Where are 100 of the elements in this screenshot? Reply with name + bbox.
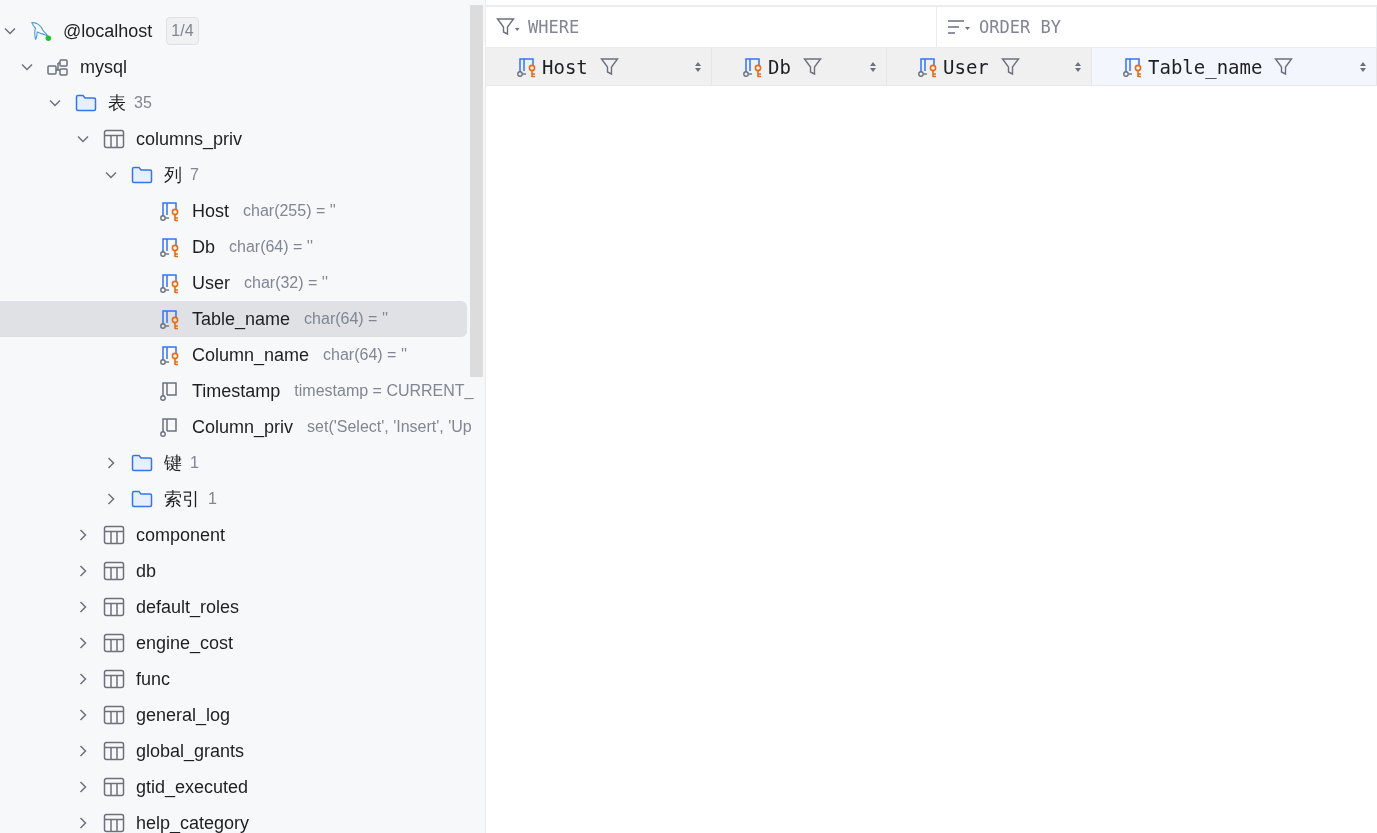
tree-row[interactable]: Db char(64) = '': [0, 229, 467, 265]
tree-row[interactable]: component: [0, 517, 467, 553]
tree-row[interactable]: mysql: [0, 49, 467, 85]
column-type: timestamp = CURRENT_: [294, 382, 474, 400]
key-column-icon: [159, 200, 181, 222]
folder-icon: [131, 166, 153, 184]
node-label: global_grants: [136, 740, 245, 762]
node-label: Column_name: [192, 344, 310, 366]
node-label: func: [136, 668, 171, 690]
chevron-icon[interactable]: [105, 457, 117, 469]
tree-row[interactable]: db: [0, 553, 467, 589]
folder-icon: [131, 454, 153, 472]
table-icon: [103, 633, 125, 653]
table-icon: [103, 813, 125, 833]
item-count: 1: [190, 454, 199, 472]
chevron-icon[interactable]: [77, 133, 89, 145]
filter-icon[interactable]: [599, 56, 620, 77]
column-type: set('Select', 'Insert', 'Up: [307, 418, 472, 436]
tree-row[interactable]: Column_name char(64) = '': [0, 337, 467, 373]
table-icon: [103, 525, 125, 545]
order-by-field[interactable]: ORDER BY: [937, 7, 1377, 47]
tree-row[interactable]: help_category: [0, 805, 467, 833]
item-count: 1: [208, 490, 217, 508]
chevron-icon[interactable]: [77, 637, 89, 649]
column-type: char(64) = '': [323, 346, 407, 364]
key-column-icon: [159, 308, 181, 330]
tree-row[interactable]: 表 35: [0, 85, 467, 121]
where-filter-field[interactable]: WHERE: [486, 7, 937, 47]
chevron-icon[interactable]: [77, 601, 89, 613]
tree-row[interactable]: columns_priv: [0, 121, 467, 157]
chevron-icon[interactable]: [77, 529, 89, 541]
item-count: 35: [134, 94, 152, 112]
node-label: Table_name: [192, 308, 291, 330]
filter-icon[interactable]: [802, 56, 823, 77]
tree-row[interactable]: @localhost 1/4: [0, 13, 467, 49]
column-type: char(64) = '': [304, 310, 388, 328]
chevron-icon[interactable]: [77, 817, 89, 829]
node-label: Host: [192, 200, 229, 222]
tree-row[interactable]: general_log: [0, 697, 467, 733]
table-icon: [103, 669, 125, 689]
node-label: 键: [164, 452, 182, 475]
node-label: general_log: [136, 704, 231, 726]
chevron-icon[interactable]: [77, 673, 89, 685]
node-label: @localhost: [63, 20, 153, 42]
table-icon: [103, 705, 125, 725]
tree-row[interactable]: 索引 1: [0, 481, 467, 517]
tree-row[interactable]: gtid_executed: [0, 769, 467, 805]
chevron-icon[interactable]: [77, 565, 89, 577]
tree-row[interactable]: 键 1: [0, 445, 467, 481]
node-label: Db: [192, 236, 215, 258]
node-label: help_category: [136, 812, 250, 833]
chevron-icon[interactable]: [77, 781, 89, 793]
chevron-icon[interactable]: [105, 169, 117, 181]
node-label: mysql: [80, 56, 127, 78]
filter-icon[interactable]: [1274, 56, 1295, 77]
node-label: component: [136, 524, 226, 546]
tree-row[interactable]: 列 7: [0, 157, 467, 193]
table-icon: [103, 741, 125, 761]
column-type: char(32) = '': [244, 274, 328, 292]
filter-icon[interactable]: [496, 17, 520, 37]
tree-row[interactable]: global_grants: [0, 733, 467, 769]
chevron-icon[interactable]: [105, 493, 117, 505]
key-column-icon: [159, 272, 181, 294]
node-label: gtid_executed: [136, 776, 249, 798]
filter-icon[interactable]: [1000, 56, 1021, 77]
tree-row[interactable]: func: [0, 661, 467, 697]
tree-row[interactable]: User char(32) = '': [0, 265, 467, 301]
node-label: db: [136, 560, 157, 582]
tree-row[interactable]: Host char(255) = '': [0, 193, 467, 229]
column-type: char(64) = '': [229, 238, 313, 256]
folder-icon: [75, 94, 97, 112]
key-column-icon: [516, 55, 538, 78]
chevron-icon[interactable]: [77, 709, 89, 721]
key-column-icon: [742, 55, 764, 78]
item-count: 7: [190, 166, 199, 184]
session-badge: 1/4: [166, 17, 199, 45]
node-label: Timestamp: [192, 380, 281, 402]
node-label: Column_priv: [192, 416, 294, 438]
chevron-icon[interactable]: [77, 745, 89, 757]
chevron-icon[interactable]: [4, 25, 16, 37]
tree-row[interactable]: Table_name char(64) = '': [0, 301, 467, 337]
table-icon: [103, 561, 125, 581]
chevron-icon[interactable]: [21, 61, 33, 73]
chevron-icon[interactable]: [49, 97, 61, 109]
key-column-icon: [1122, 55, 1144, 78]
dolphin-icon: [30, 19, 52, 43]
column-header[interactable]: Table_name: [1092, 48, 1377, 85]
node-label: default_roles: [136, 596, 240, 618]
column-type: char(255) = '': [243, 202, 336, 220]
node-label: 列: [164, 164, 182, 187]
key-column-icon: [159, 344, 181, 366]
tree-row[interactable]: engine_cost: [0, 625, 467, 661]
schema-icon: [47, 57, 69, 77]
table-icon: [103, 597, 125, 617]
node-label: columns_priv: [136, 128, 243, 150]
sort-lines-icon[interactable]: [947, 17, 971, 37]
node-label: engine_cost: [136, 632, 234, 654]
scrollbar[interactable]: [470, 5, 483, 377]
tree-row[interactable]: default_roles: [0, 589, 467, 625]
node-label: User: [192, 272, 230, 294]
